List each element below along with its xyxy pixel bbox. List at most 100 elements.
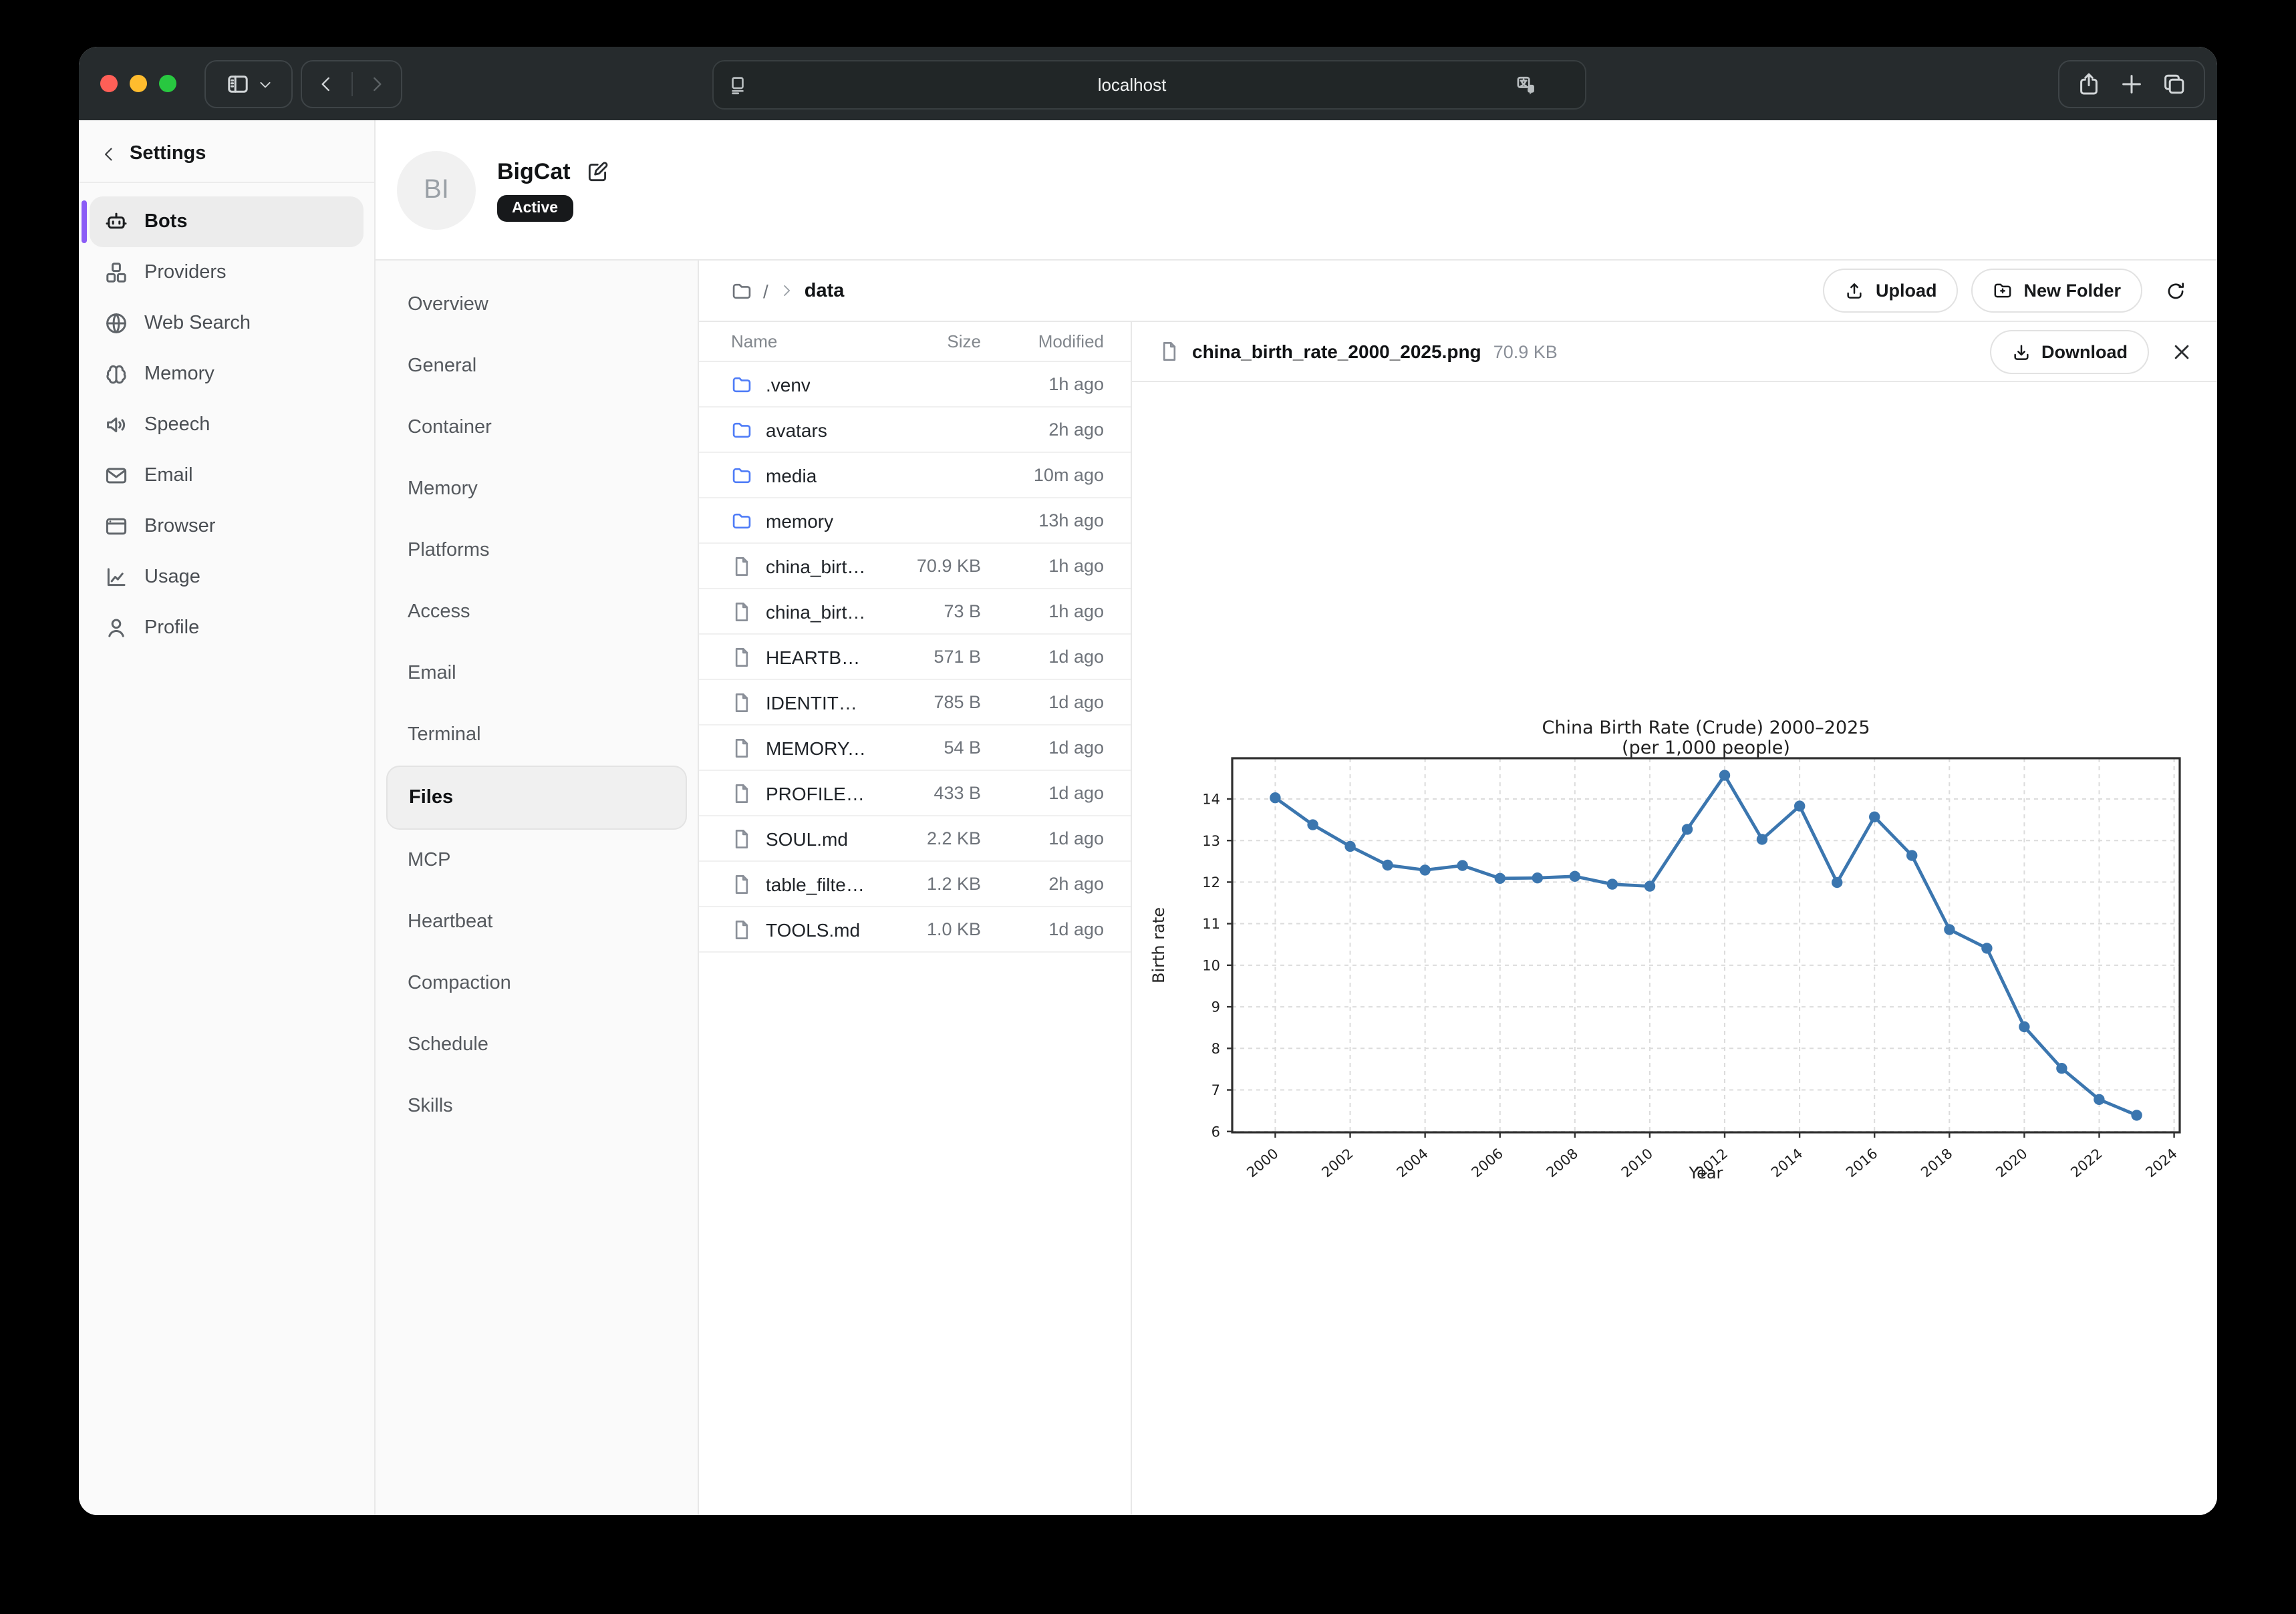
breadcrumb: / data [731,280,844,301]
chart-icon [104,565,128,589]
nav-item-skills[interactable]: Skills [386,1076,687,1137]
edit-name-icon[interactable] [587,160,609,183]
zoom-window-button[interactable] [159,75,176,92]
sidebar-item-browser[interactable]: Browser [90,501,364,552]
file-name: china_birth... [766,555,866,577]
url-text[interactable]: localhost [748,75,1516,95]
file-modified: 1d ago [981,647,1104,667]
browser-sidebar-toggle[interactable] [204,60,293,108]
svg-text:2010: 2010 [1618,1145,1656,1180]
svg-text:China Birth Rate (Crude) 2000–: China Birth Rate (Crude) 2000–2025 [1542,717,1870,738]
nav-item-files[interactable]: Files [386,766,687,830]
table-row[interactable]: TOOLS.md1.0 KB1d ago [699,907,1131,953]
nav-item-schedule[interactable]: Schedule [386,1014,687,1076]
file-size: 785 B [866,692,981,712]
nav-item-overview[interactable]: Overview [386,274,687,335]
translate-icon[interactable] [1516,74,1537,96]
download-button[interactable]: Download [1989,329,2149,373]
bot-icon [104,210,128,234]
window-controls [100,75,176,92]
nav-item-access[interactable]: Access [386,581,687,643]
breadcrumb-current[interactable]: data [805,280,845,301]
sidebar-item-label: Email [144,465,193,486]
sidebar-item-label: Web Search [144,313,251,334]
table-row[interactable]: .venv1h ago [699,362,1131,408]
table-row[interactable]: avatars2h ago [699,408,1131,453]
sidebar-item-email[interactable]: Email [90,450,364,501]
file-name: PROFILES.md [766,782,866,804]
folder-icon [731,419,752,440]
file-size: 73 B [866,601,981,621]
svg-text:2014: 2014 [1768,1145,1806,1180]
svg-text:9: 9 [1211,999,1220,1015]
back-button[interactable] [302,61,351,107]
svg-text:2022: 2022 [2067,1145,2105,1180]
table-row[interactable]: HEARTBEAT...571 B1d ago [699,635,1131,680]
sidebar-item-usage[interactable]: Usage [90,552,364,603]
close-preview-icon[interactable] [2170,340,2193,363]
desktop: localhost Settings BotsProvide [0,0,2296,1614]
nav-item-memory[interactable]: Memory [386,458,687,520]
svg-text:2004: 2004 [1393,1145,1431,1180]
folder-icon[interactable] [731,280,752,301]
file-table-header: Name Size Modified [699,322,1131,362]
sidebar-item-profile[interactable]: Profile [90,603,364,653]
table-row[interactable]: media10m ago [699,453,1131,498]
reload-icon[interactable] [1550,74,1572,96]
close-window-button[interactable] [100,75,118,92]
sidebar-toggle-icon [225,72,249,96]
new-folder-button[interactable]: New Folder [1971,269,2142,313]
globe-icon [104,311,128,335]
file-name: SOUL.md [766,828,848,849]
svg-text:8: 8 [1211,1041,1220,1057]
refresh-button[interactable] [2156,271,2196,311]
nav-item-heartbeat[interactable]: Heartbeat [386,891,687,953]
svg-text:2016: 2016 [1843,1145,1880,1180]
nav-item-terminal[interactable]: Terminal [386,704,687,766]
nav-item-compaction[interactable]: Compaction [386,953,687,1014]
file-name: avatars [766,419,827,440]
file-modified: 1h ago [981,374,1104,394]
browser-window: localhost Settings BotsProvide [79,47,2217,1515]
column-size: Size [866,331,981,351]
nav-item-general[interactable]: General [386,335,687,397]
table-row[interactable]: china_birth...70.9 KB1h ago [699,544,1131,589]
upload-button[interactable]: Upload [1824,269,1959,313]
table-row[interactable]: memory13h ago [699,498,1131,544]
file-size: 2.2 KB [866,828,981,848]
settings-header[interactable]: Settings [79,120,374,182]
table-row[interactable]: SOUL.md2.2 KB1d ago [699,816,1131,862]
nav-item-email[interactable]: Email [386,643,687,704]
breadcrumb-root[interactable]: / [763,280,768,301]
table-row[interactable]: table_filter_...1.2 KB2h ago [699,862,1131,907]
table-row[interactable]: MEMORY.md54 B1d ago [699,725,1131,771]
tab-overview-icon[interactable] [2162,72,2186,96]
nav-item-mcp[interactable]: MCP [386,830,687,891]
minimize-window-button[interactable] [130,75,147,92]
sidebar-item-speech[interactable]: Speech [90,399,364,450]
table-row[interactable]: IDENTITY.md785 B1d ago [699,680,1131,725]
sidebar-item-bots[interactable]: Bots [90,196,364,247]
files-panel: / data Upload [699,261,2217,1515]
upload-label: Upload [1876,281,1937,301]
table-row[interactable]: PROFILES.md433 B1d ago [699,771,1131,816]
file-name: HEARTBEAT... [766,646,866,667]
nav-item-platforms[interactable]: Platforms [386,520,687,581]
sidebar-item-memory[interactable]: Memory [90,349,364,399]
page-format-icon[interactable] [727,74,748,96]
sidebar-item-web-search[interactable]: Web Search [90,298,364,349]
new-tab-icon[interactable] [2120,72,2144,96]
sidebar-item-providers[interactable]: Providers [90,247,364,298]
share-icon[interactable] [2077,72,2101,96]
svg-text:2018: 2018 [1918,1145,1955,1180]
address-bar[interactable]: localhost [712,60,1586,110]
forward-button[interactable] [352,61,401,107]
avatar: BI [397,150,476,229]
svg-text:2000: 2000 [1244,1145,1281,1180]
table-row[interactable]: china_birth...73 B1h ago [699,589,1131,635]
nav-item-container[interactable]: Container [386,397,687,458]
file-size: 433 B [866,783,981,803]
sidebar-menu: BotsProviders Web Search MemorySpeech Email… [79,183,374,667]
file-modified: 2h ago [981,874,1104,894]
svg-text:Birth rate: Birth rate [1149,907,1168,983]
